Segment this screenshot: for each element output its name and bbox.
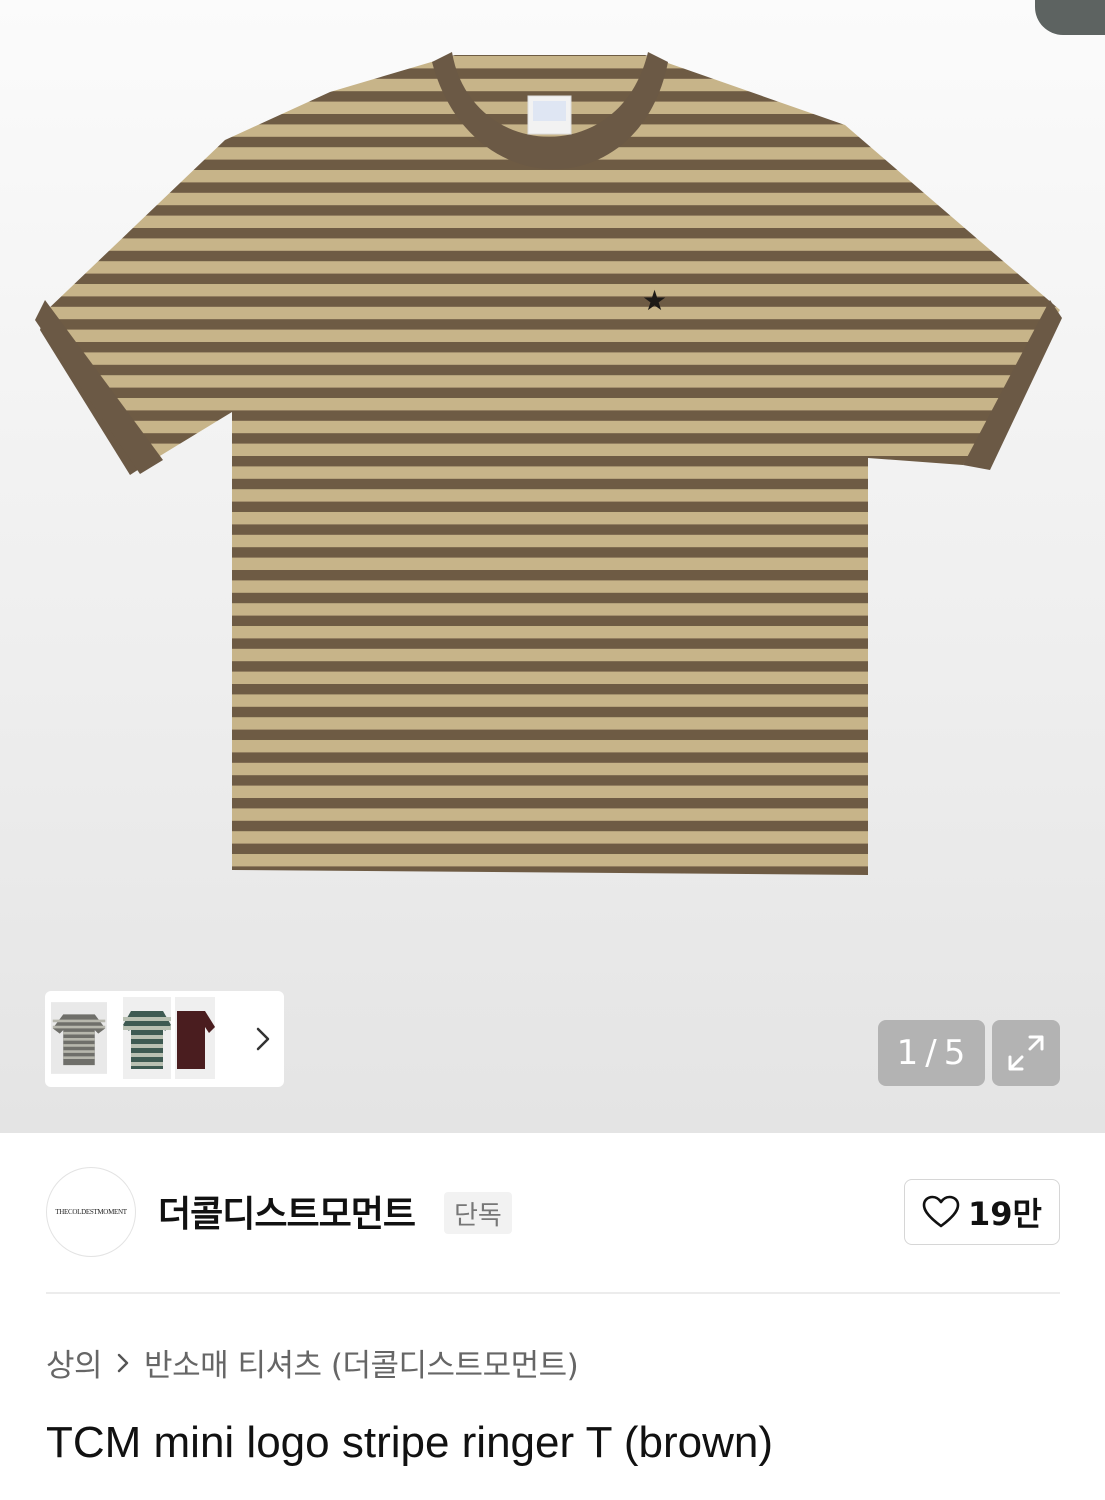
thumbnail-3[interactable] — [167, 997, 223, 1079]
expand-arrows-icon — [1008, 1035, 1044, 1071]
brand-logo-text: THECOLDESTMOMENT — [55, 1208, 127, 1216]
product-image: ★ — [35, 52, 1062, 875]
breadcrumb-subcategory[interactable]: 반소매 티셔츠 (더콜디스트모먼트) — [144, 1340, 579, 1385]
brand-row: THECOLDESTMOMENT 더콜디스트모먼트 19만 — [0, 1133, 1105, 1293]
divider — [46, 1292, 1060, 1294]
brand-name[interactable]: 더콜디스트모먼트 — [158, 1185, 416, 1237]
counter-current: 1 — [896, 1033, 920, 1073]
breadcrumb-category[interactable]: 상의 — [46, 1340, 103, 1385]
svg-text:★: ★ — [642, 284, 667, 317]
expand-image-button[interactable] — [992, 1020, 1060, 1086]
product-image-gallery[interactable]: ★ 1 / 5 — [0, 0, 1105, 1133]
counter-separator: / — [925, 1033, 938, 1073]
chevron-right-icon — [116, 1352, 130, 1374]
like-count: 19만 — [968, 1195, 1042, 1233]
chevron-right-icon — [256, 1027, 270, 1051]
counter-total: 5 — [943, 1033, 967, 1073]
like-button[interactable]: 19만 — [904, 1179, 1060, 1245]
thumbnail-1[interactable] — [51, 997, 107, 1079]
thumbnail-strip — [45, 991, 284, 1087]
brand-logo[interactable]: THECOLDESTMOMENT — [46, 1167, 136, 1257]
exclusive-badge: 단독 — [444, 1192, 512, 1234]
breadcrumb: 상의 반소매 티셔츠 (더콜디스트모먼트) — [46, 1340, 579, 1385]
heart-icon — [922, 1195, 960, 1228]
product-title: TCM mini logo stripe ringer T (brown) — [46, 1418, 774, 1467]
thumbnail-next-button[interactable] — [248, 1019, 278, 1059]
image-counter: 1 / 5 — [878, 1020, 985, 1086]
